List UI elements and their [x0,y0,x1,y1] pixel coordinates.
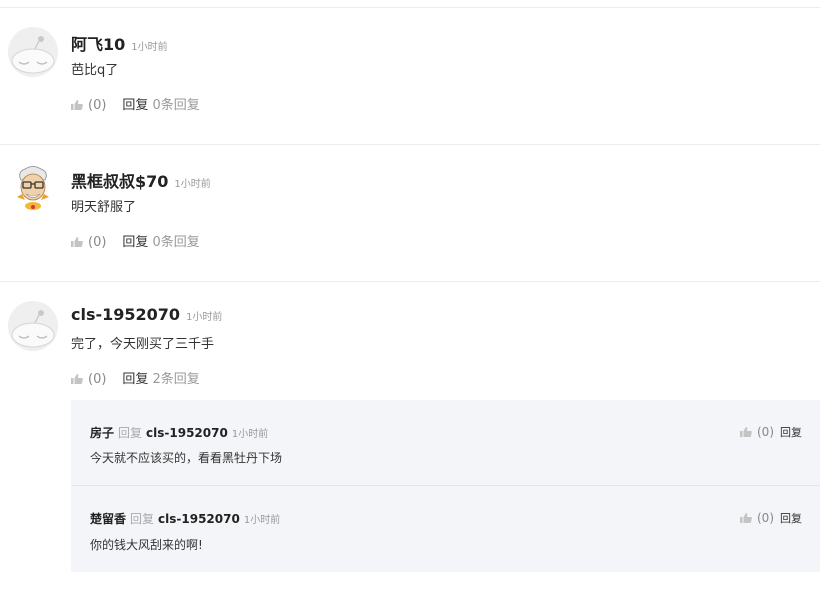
like-button[interactable]: (0) [71,98,106,113]
like-count: (0) [88,98,107,113]
comment-time: 1小时前 [186,312,223,323]
reply-button[interactable]: 回复 [122,235,148,250]
reply-word: 回复 [118,426,143,440]
comment-actions: (0) 回复 0条回复 [71,231,200,250]
thumbs-up-icon [71,237,83,247]
comment-item: 黑框叔叔$70 1小时前 明天舒服了 (0) 回复 0条回复 [0,145,820,282]
thumbs-up-icon [740,513,752,523]
reply-target-username[interactable]: cls-1952070 [158,512,240,526]
reply-button[interactable]: 回复 [122,372,148,387]
reply-target-username[interactable]: cls-1952070 [146,426,228,440]
reply-count-link[interactable]: 0条回复 [152,98,199,113]
comment-meta: 阿飞10 1小时前 [71,31,168,55]
reply-reply-button[interactable]: 回复 [780,512,802,525]
reply-username[interactable]: 楚留香 [90,512,126,526]
reply-meta: 楚留香 回复 cls-1952070 1小时前 [90,510,280,527]
comment-time: 1小时前 [174,179,211,190]
comment-time: 1小时前 [131,42,168,53]
thumbs-up-icon [740,427,752,437]
reply-actions: (0) 回复 [740,424,802,440]
reply-like-button[interactable]: (0) [740,425,774,439]
reply-time: 1小时前 [243,515,281,526]
default-avatar-icon[interactable] [8,301,58,351]
reply-username[interactable]: 房子 [90,426,114,440]
reply-count-link[interactable]: 0条回复 [152,235,199,250]
comment-text: 明天舒服了 [71,200,137,215]
comment-meta: 黑框叔叔$70 1小时前 [71,168,211,192]
reply-text: 今天就不应该买的，看看黑牡丹下场 [90,451,283,465]
replies-panel: 房子 回复 cls-1952070 1小时前 今天就不应该买的，看看黑牡丹下场 (0)… [71,400,820,572]
comment-meta: cls-1952070 1小时前 [71,305,222,324]
reply-item: 楚留香 回复 cls-1952070 1小时前 你的钱大风刮来的啊! (0) 回复 [71,486,820,572]
old-man-avatar-icon[interactable] [8,162,58,212]
reply-like-count: (0) [757,425,774,439]
like-button[interactable]: (0) [71,372,106,387]
reply-text: 你的钱大风刮来的啊! [90,538,203,552]
reply-word: 回复 [130,512,155,526]
like-button[interactable]: (0) [71,235,106,250]
like-count: (0) [88,235,107,250]
like-count: (0) [88,372,107,387]
comment-username[interactable]: cls-1952070 [71,305,180,324]
reply-like-button[interactable]: (0) [740,511,774,525]
reply-time: 1小时前 [231,429,269,440]
reply-button[interactable]: 回复 [122,98,148,113]
comment-actions: (0) 回复 2条回复 [71,368,200,387]
reply-meta: 房子 回复 cls-1952070 1小时前 [90,424,268,441]
thumbs-up-icon [71,374,83,384]
comment-text: 芭比q了 [71,63,119,78]
comment-username[interactable]: 黑框叔叔$70 [71,172,168,191]
reply-reply-button[interactable]: 回复 [780,426,802,439]
reply-actions: (0) 回复 [740,510,802,526]
reply-item: 房子 回复 cls-1952070 1小时前 今天就不应该买的，看看黑牡丹下场 (0)… [71,400,820,486]
thumbs-up-icon [71,100,83,110]
comment-item: 阿飞10 1小时前 芭比q了 (0) 回复 0条回复 [0,8,820,145]
reply-count-link[interactable]: 2条回复 [152,372,199,387]
reply-like-count: (0) [757,511,774,525]
default-avatar-icon[interactable] [8,27,58,77]
comment-username[interactable]: 阿飞10 [71,35,125,54]
comment-actions: (0) 回复 0条回复 [71,94,200,113]
comment-text: 完了，今天刚买了三千手 [71,337,215,352]
